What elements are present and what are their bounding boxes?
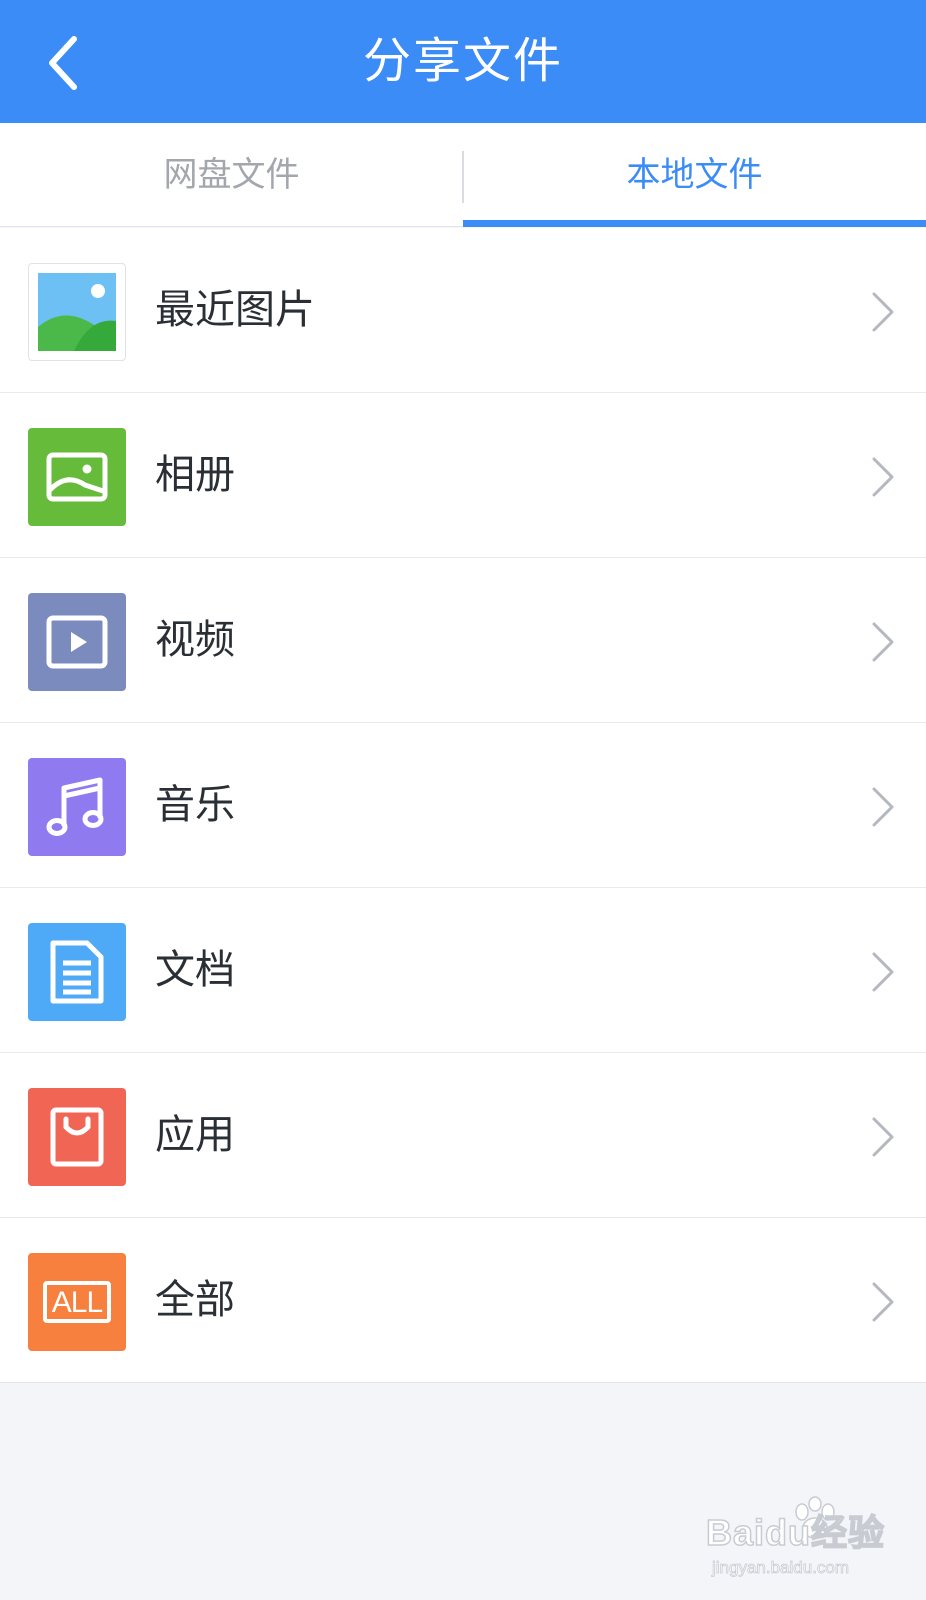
all-files-icon: ALL bbox=[28, 1253, 126, 1351]
list-item-video[interactable]: 视频 bbox=[0, 558, 926, 723]
list-item-label: 音乐 bbox=[155, 782, 235, 828]
list-item-apps[interactable]: 应用 bbox=[0, 1053, 926, 1218]
list-item-documents[interactable]: 文档 bbox=[0, 888, 926, 1053]
watermark-url: jingyan.baidu.com bbox=[712, 1558, 850, 1578]
tab-local-files[interactable]: 本地文件 bbox=[463, 123, 926, 227]
file-category-list: 最近图片 相册 视频 音乐 文档 应用 ALL 全部 bbox=[0, 228, 926, 1383]
list-item-label: 应用 bbox=[155, 1112, 235, 1158]
tab-bar: 网盘文件 本地文件 bbox=[0, 123, 926, 227]
shopping-bag-icon bbox=[28, 1088, 126, 1186]
active-tab-indicator bbox=[463, 220, 926, 227]
chevron-right-icon bbox=[872, 1117, 894, 1157]
chevron-right-icon bbox=[872, 457, 894, 497]
list-item-label: 视频 bbox=[155, 617, 235, 663]
list-item-label: 最近图片 bbox=[155, 287, 315, 333]
list-item-label: 全部 bbox=[155, 1277, 235, 1323]
list-item-music[interactable]: 音乐 bbox=[0, 723, 926, 888]
tab-cloud-files[interactable]: 网盘文件 bbox=[0, 123, 463, 227]
list-item-recent-photos[interactable]: 最近图片 bbox=[0, 228, 926, 393]
all-files-icon-text: ALL bbox=[42, 1281, 112, 1323]
page-title: 分享文件 bbox=[362, 33, 563, 89]
app-header: 分享文件 bbox=[0, 0, 926, 123]
music-note-icon bbox=[28, 758, 126, 856]
chevron-right-icon bbox=[872, 292, 894, 332]
album-image-icon bbox=[28, 428, 126, 526]
chevron-right-icon bbox=[872, 952, 894, 992]
document-icon bbox=[28, 923, 126, 1021]
list-item-label: 文档 bbox=[155, 947, 235, 993]
list-item-album[interactable]: 相册 bbox=[0, 393, 926, 558]
watermark: Baidu经验 jingyan.baidu.com bbox=[705, 1496, 896, 1584]
chevron-right-icon bbox=[872, 1282, 894, 1322]
chevron-right-icon bbox=[872, 622, 894, 662]
list-item-label: 相册 bbox=[155, 452, 235, 498]
video-play-icon bbox=[28, 593, 126, 691]
landscape-photo-icon bbox=[28, 263, 126, 361]
chevron-right-icon bbox=[872, 787, 894, 827]
watermark-brand: Baidu经验 bbox=[705, 1511, 886, 1554]
list-item-all[interactable]: ALL 全部 bbox=[0, 1218, 926, 1383]
